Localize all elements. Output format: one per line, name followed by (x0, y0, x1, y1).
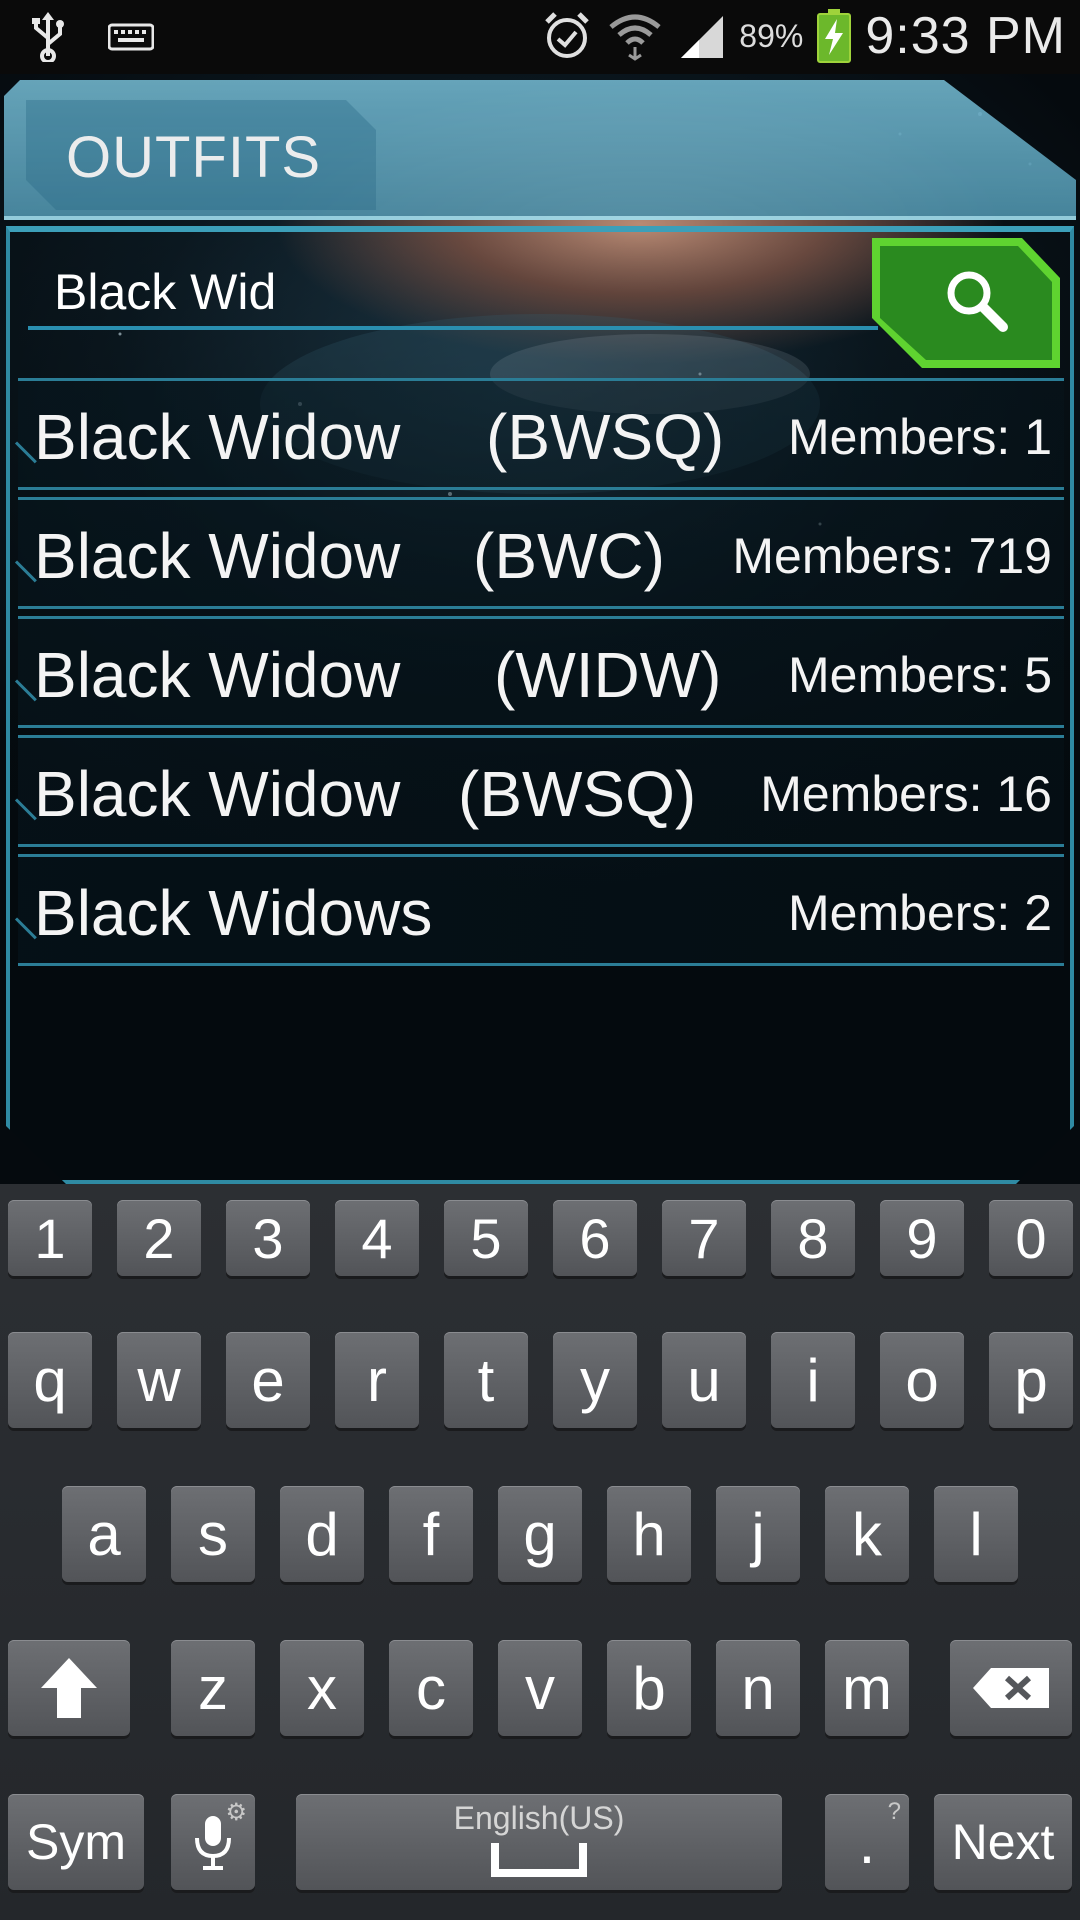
key-f[interactable]: f (389, 1486, 473, 1582)
signal-icon (677, 12, 725, 60)
key-j[interactable]: j (716, 1486, 800, 1582)
member-count: Members: 16 (760, 766, 1052, 822)
key-2[interactable]: 2 (117, 1200, 201, 1276)
outfit-tag: (WIDW) (494, 639, 722, 711)
search-input[interactable] (54, 262, 854, 322)
status-bar: 89% 9:33 PM (0, 0, 1080, 74)
settings-gear-icon: ⚙ (225, 1799, 247, 1826)
list-item[interactable]: Black Widow (WIDW) Members: 5 (18, 612, 1064, 731)
outfit-name: Black Widow (34, 758, 401, 830)
space-key[interactable]: English(US) (296, 1794, 782, 1890)
key-e[interactable]: e (226, 1332, 310, 1428)
backspace-icon (973, 1668, 1049, 1708)
member-count: Members: 2 (788, 885, 1052, 941)
member-count: Members: 1 (788, 409, 1052, 465)
key-7[interactable]: 7 (662, 1200, 746, 1276)
outfit-tag: (BWC) (473, 520, 665, 592)
key-m[interactable]: m (825, 1640, 909, 1736)
key-g[interactable]: g (498, 1486, 582, 1582)
search-icon (947, 271, 1008, 332)
list-item[interactable]: Black Widows Members: 2 (18, 850, 1064, 969)
key-k[interactable]: k (825, 1486, 909, 1582)
period-key[interactable]: . ? (825, 1794, 909, 1890)
outfit-name: Black Widow (34, 639, 401, 711)
list-item[interactable]: Black Widow (BWC) Members: 719 (18, 493, 1064, 612)
key-5[interactable]: 5 (444, 1200, 528, 1276)
page-title: OUTFITS (66, 125, 322, 190)
key-d[interactable]: d (280, 1486, 364, 1582)
key-t[interactable]: t (444, 1332, 528, 1428)
key-p[interactable]: p (989, 1332, 1073, 1428)
outfit-tag: (BWSQ) (486, 401, 725, 473)
key-w[interactable]: w (117, 1332, 201, 1428)
key-v[interactable]: v (498, 1640, 582, 1736)
keyboard-icon (108, 22, 154, 52)
key-x[interactable]: x (280, 1640, 364, 1736)
key-a[interactable]: a (62, 1486, 146, 1582)
results-list: Black Widow (BWSQ) Members: 1 Black Wido… (18, 374, 1064, 969)
outfit-tag: (BWSQ) (458, 758, 697, 830)
soft-keyboard: 1 2 3 4 5 6 7 8 9 0 q w e r t y u i o p … (0, 1184, 1080, 1920)
alarm-icon (541, 10, 593, 62)
key-8[interactable]: 8 (771, 1200, 855, 1276)
key-s[interactable]: s (171, 1486, 255, 1582)
key-h[interactable]: h (607, 1486, 691, 1582)
key-3[interactable]: 3 (226, 1200, 310, 1276)
key-4[interactable]: 4 (335, 1200, 419, 1276)
header-bar: OUTFITS (4, 80, 1076, 220)
period-label: . (858, 1808, 876, 1876)
battery-percent: 89% (739, 17, 804, 54)
wifi-icon (607, 11, 663, 61)
period-hint: ? (887, 1798, 901, 1825)
outfit-name: Black Widows (34, 877, 433, 949)
key-i[interactable]: i (771, 1332, 855, 1428)
battery-charging-icon (817, 9, 852, 63)
voice-input-key[interactable]: ⚙ (171, 1794, 255, 1890)
key-u[interactable]: u (662, 1332, 746, 1428)
space-bar-icon (491, 1842, 587, 1877)
list-item[interactable]: Black Widow (BWSQ) Members: 1 (18, 374, 1064, 493)
key-o[interactable]: o (880, 1332, 964, 1428)
outfits-screen: OUTFITS Black Widow (BWSQ) Members: 1 Bl… (0, 74, 1080, 1184)
key-1[interactable]: 1 (8, 1200, 92, 1276)
language-label: English(US) (453, 1799, 625, 1836)
member-count: Members: 5 (788, 647, 1052, 703)
key-9[interactable]: 9 (880, 1200, 964, 1276)
next-key[interactable]: Next (934, 1794, 1072, 1890)
list-item[interactable]: Black Widow (BWSQ) Members: 16 (18, 731, 1064, 850)
key-y[interactable]: y (553, 1332, 637, 1428)
shift-key[interactable] (8, 1640, 130, 1736)
usb-icon (28, 12, 68, 62)
outfit-name: Black Widow (34, 401, 401, 473)
key-r[interactable]: r (335, 1332, 419, 1428)
shift-arrow-icon (41, 1658, 97, 1718)
key-b[interactable]: b (607, 1640, 691, 1736)
clock: 9:33 PM (865, 7, 1066, 65)
key-c[interactable]: c (389, 1640, 473, 1736)
key-0[interactable]: 0 (989, 1200, 1073, 1276)
search-field[interactable] (28, 254, 878, 330)
sym-key[interactable]: Sym (8, 1794, 144, 1890)
backspace-key[interactable] (950, 1640, 1072, 1736)
key-n[interactable]: n (716, 1640, 800, 1736)
key-q[interactable]: q (8, 1332, 92, 1428)
outfit-name: Black Widow (34, 520, 401, 592)
member-count: Members: 719 (732, 528, 1052, 584)
key-z[interactable]: z (171, 1640, 255, 1736)
key-l[interactable]: l (934, 1486, 1018, 1582)
key-6[interactable]: 6 (553, 1200, 637, 1276)
